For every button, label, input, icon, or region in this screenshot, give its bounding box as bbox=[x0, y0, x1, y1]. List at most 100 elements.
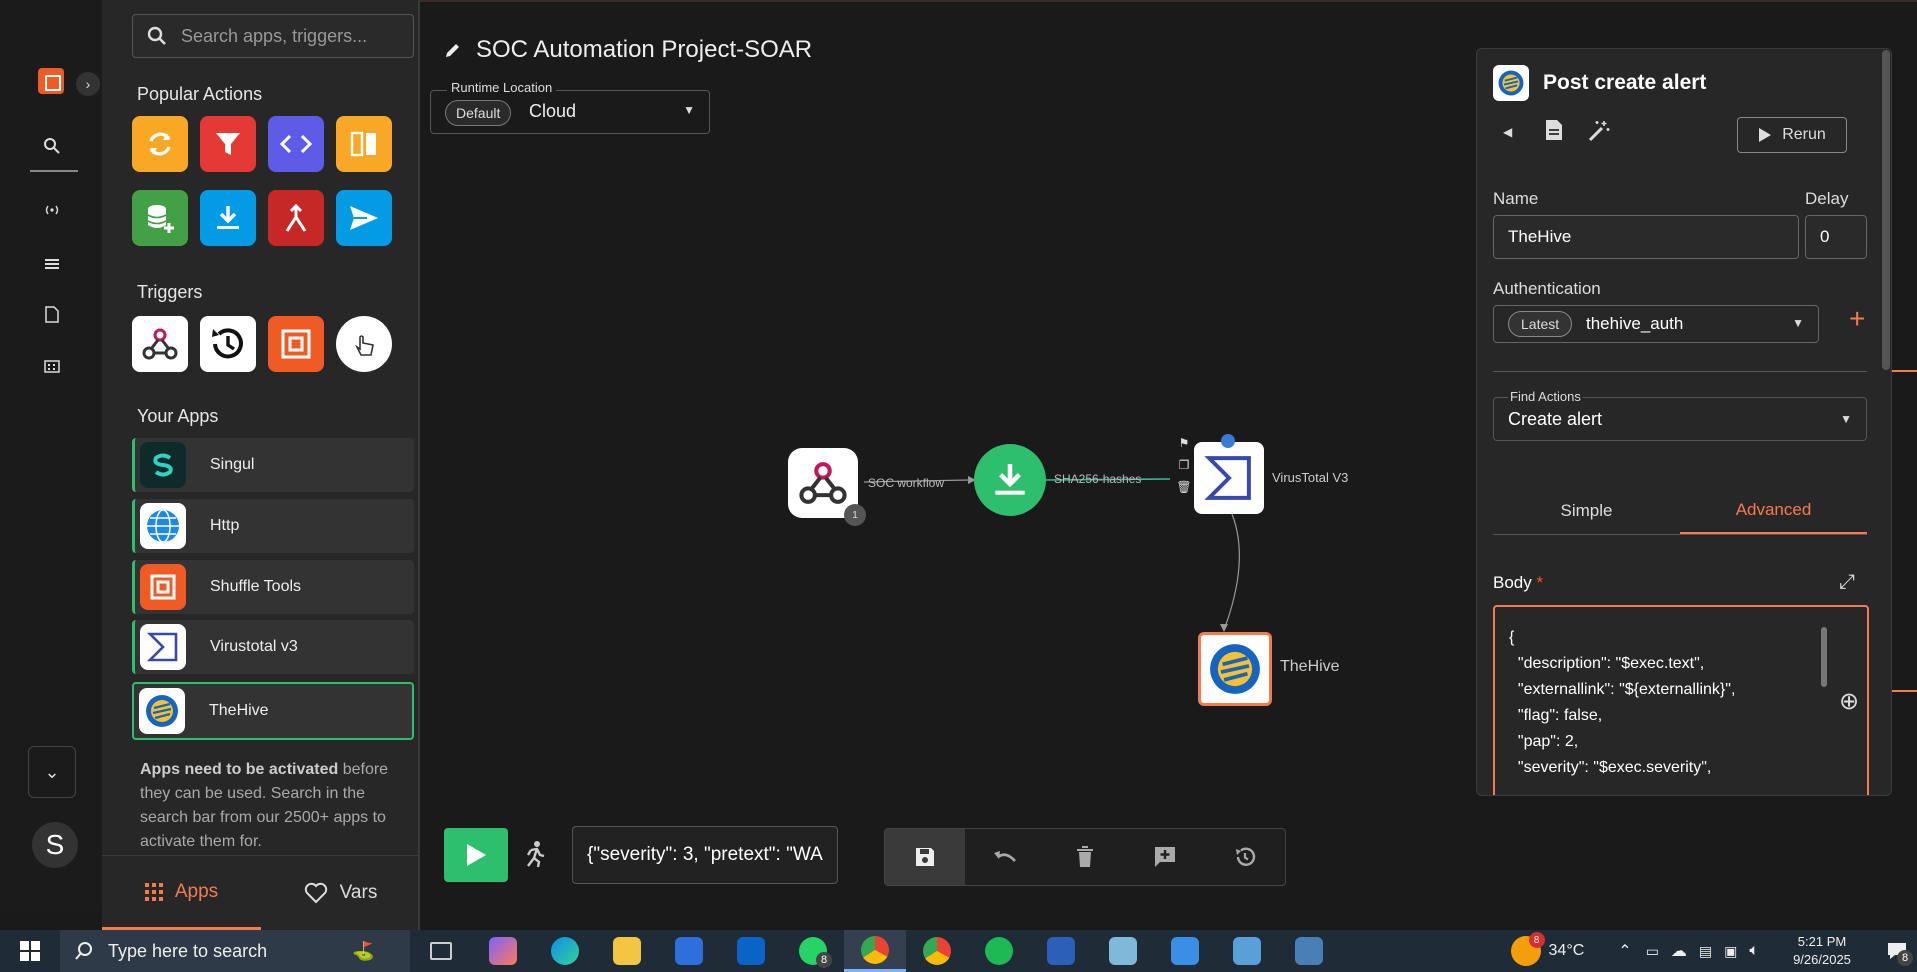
rerun-button[interactable]: Rerun bbox=[1737, 117, 1847, 153]
copy-icon[interactable]: ❐ bbox=[1179, 458, 1190, 472]
volume-icon[interactable]: 🔈︎ bbox=[1749, 942, 1759, 960]
schedule-trigger-tile[interactable] bbox=[200, 316, 256, 372]
document-icon[interactable] bbox=[1545, 119, 1563, 146]
datastore-action-tile[interactable] bbox=[132, 190, 188, 246]
runner-icon[interactable] bbox=[522, 840, 548, 875]
shuffle-logo-icon[interactable] bbox=[38, 68, 64, 94]
meet-now-icon[interactable]: ▭ bbox=[1646, 943, 1659, 960]
authentication-select[interactable]: Latest thehive_auth ▼ bbox=[1493, 305, 1819, 343]
clock[interactable]: 5:21 PM 9/26/2025 bbox=[1767, 933, 1877, 969]
outlook-icon[interactable] bbox=[720, 930, 782, 972]
name-field[interactable] bbox=[1493, 215, 1799, 259]
edge-browser-icon[interactable] bbox=[534, 930, 596, 972]
x64dbg-icon[interactable] bbox=[1278, 930, 1340, 972]
taskbar-search-input[interactable] bbox=[108, 940, 338, 962]
network-icon[interactable]: ▣ bbox=[1724, 943, 1737, 960]
repeat-action-tile[interactable] bbox=[132, 116, 188, 172]
app-search-box[interactable] bbox=[132, 14, 414, 58]
execution-argument-input[interactable] bbox=[572, 826, 838, 884]
onedrive-icon[interactable]: ☁ bbox=[1671, 941, 1687, 961]
whatsapp-badge: 8 bbox=[816, 952, 832, 968]
app-row-thehive[interactable]: TheHive bbox=[132, 682, 414, 740]
whatsapp-icon[interactable]: 8 bbox=[782, 930, 844, 972]
save-icon bbox=[916, 848, 934, 866]
photos-icon[interactable] bbox=[1154, 930, 1216, 972]
vmware-icon[interactable] bbox=[1216, 930, 1278, 972]
search-icon[interactable] bbox=[34, 128, 70, 164]
find-actions-select[interactable]: Find Actions Create alert ▼ bbox=[1493, 389, 1867, 441]
app-row-http[interactable]: Http bbox=[132, 499, 414, 553]
node-virustotal[interactable] bbox=[1194, 442, 1264, 514]
expand-rail-button[interactable]: › bbox=[76, 72, 100, 96]
back-icon[interactable]: ◀ bbox=[1503, 125, 1512, 139]
code-action-tile[interactable] bbox=[268, 116, 324, 172]
file-explorer-icon[interactable] bbox=[596, 930, 658, 972]
taskbar-search[interactable]: ⛳ bbox=[60, 930, 410, 972]
edge-to-thehive[interactable] bbox=[1223, 513, 1240, 631]
notifications-icon[interactable]: 8 bbox=[1877, 930, 1917, 972]
tab-simple[interactable]: Simple bbox=[1493, 487, 1680, 534]
delete-button[interactable] bbox=[1045, 829, 1125, 885]
tab-apps[interactable]: Apps bbox=[102, 856, 261, 930]
history-button[interactable] bbox=[1205, 829, 1285, 885]
battery-icon[interactable]: ▤ bbox=[1699, 943, 1712, 960]
document-icon[interactable] bbox=[34, 296, 70, 332]
node-connect-handle[interactable] bbox=[1221, 434, 1235, 448]
edge-label-soc-workflow[interactable]: SOC workflow bbox=[868, 476, 944, 490]
webhook-trigger-tile[interactable] bbox=[132, 316, 188, 372]
body-scrollbar[interactable] bbox=[1821, 627, 1827, 687]
temperature[interactable]: 34°C bbox=[1549, 942, 1585, 960]
trash-icon[interactable]: 🗑 bbox=[1176, 480, 1191, 494]
notepad-icon[interactable] bbox=[1092, 930, 1154, 972]
list-icon[interactable] bbox=[34, 246, 70, 282]
delay-field[interactable] bbox=[1805, 215, 1867, 259]
chrome-icon[interactable] bbox=[906, 930, 968, 972]
tab-apps-label: Apps bbox=[174, 880, 219, 902]
windows-taskbar: ⛳ 8 8 34°C ⌃ ▭ ☁ ▤ ▣ 🔈︎ 5:21 PM bbox=[0, 930, 1917, 972]
user-input-trigger-tile[interactable] bbox=[336, 316, 392, 372]
building-icon[interactable] bbox=[34, 348, 70, 384]
save-button[interactable] bbox=[885, 829, 965, 885]
chrome-active-icon[interactable] bbox=[844, 930, 906, 972]
tab-advanced[interactable]: Advanced bbox=[1680, 487, 1867, 534]
popular-actions-title: Popular Actions bbox=[137, 84, 263, 104]
subflow-trigger-tile[interactable] bbox=[268, 316, 324, 372]
task-view-icon[interactable] bbox=[410, 930, 472, 972]
compare-action-tile[interactable] bbox=[336, 116, 392, 172]
add-auth-plus-icon[interactable]: + bbox=[1849, 303, 1865, 335]
filter-action-tile[interactable] bbox=[200, 116, 256, 172]
spotify-icon[interactable] bbox=[968, 930, 1030, 972]
comment-button[interactable] bbox=[1125, 829, 1205, 885]
broadcast-icon[interactable] bbox=[34, 192, 70, 228]
merge-action-tile[interactable] bbox=[268, 190, 324, 246]
send-action-tile[interactable] bbox=[336, 190, 392, 246]
node-download[interactable] bbox=[974, 444, 1046, 516]
expand-icon[interactable]: ⤢ bbox=[1839, 571, 1855, 594]
body-editor[interactable]: { "description": "$exec.text", "external… bbox=[1493, 605, 1869, 795]
magic-wand-icon[interactable] bbox=[1587, 119, 1611, 148]
flag-icon[interactable]: ⚑ bbox=[1179, 436, 1190, 450]
app-row-virustotal[interactable]: Virustotal v3 bbox=[132, 620, 414, 674]
windows-start-button[interactable] bbox=[0, 930, 60, 972]
chevron-down-icon[interactable]: ⌄ bbox=[28, 746, 76, 798]
undo-button[interactable] bbox=[965, 829, 1045, 885]
add-circle-icon[interactable]: ⊕ bbox=[1839, 687, 1859, 716]
download-action-tile[interactable] bbox=[200, 190, 256, 246]
left-rail: › ⌄ S bbox=[0, 0, 102, 910]
undo-icon bbox=[994, 851, 1016, 862]
clock-time: 5:21 PM bbox=[1797, 934, 1847, 949]
edge-label-sha256[interactable]: SHA256-hashes bbox=[1054, 472, 1141, 486]
app-search-input[interactable] bbox=[181, 25, 401, 47]
tab-vars[interactable]: Vars bbox=[261, 856, 420, 930]
node-thehive[interactable] bbox=[1198, 632, 1272, 706]
run-workflow-button[interactable] bbox=[444, 828, 508, 882]
app-row-shuffle-tools[interactable]: Shuffle Tools bbox=[132, 560, 414, 614]
panel-scrollbar[interactable] bbox=[1882, 50, 1890, 370]
copilot-icon[interactable] bbox=[472, 930, 534, 972]
app-row-singul[interactable]: Singul bbox=[132, 438, 414, 492]
weather-icon[interactable]: 8 bbox=[1510, 932, 1545, 966]
chevron-up-icon[interactable]: ⌃ bbox=[1618, 941, 1631, 961]
avatar[interactable]: S bbox=[32, 822, 78, 868]
powershell-icon[interactable] bbox=[1030, 930, 1092, 972]
store-icon[interactable] bbox=[658, 930, 720, 972]
